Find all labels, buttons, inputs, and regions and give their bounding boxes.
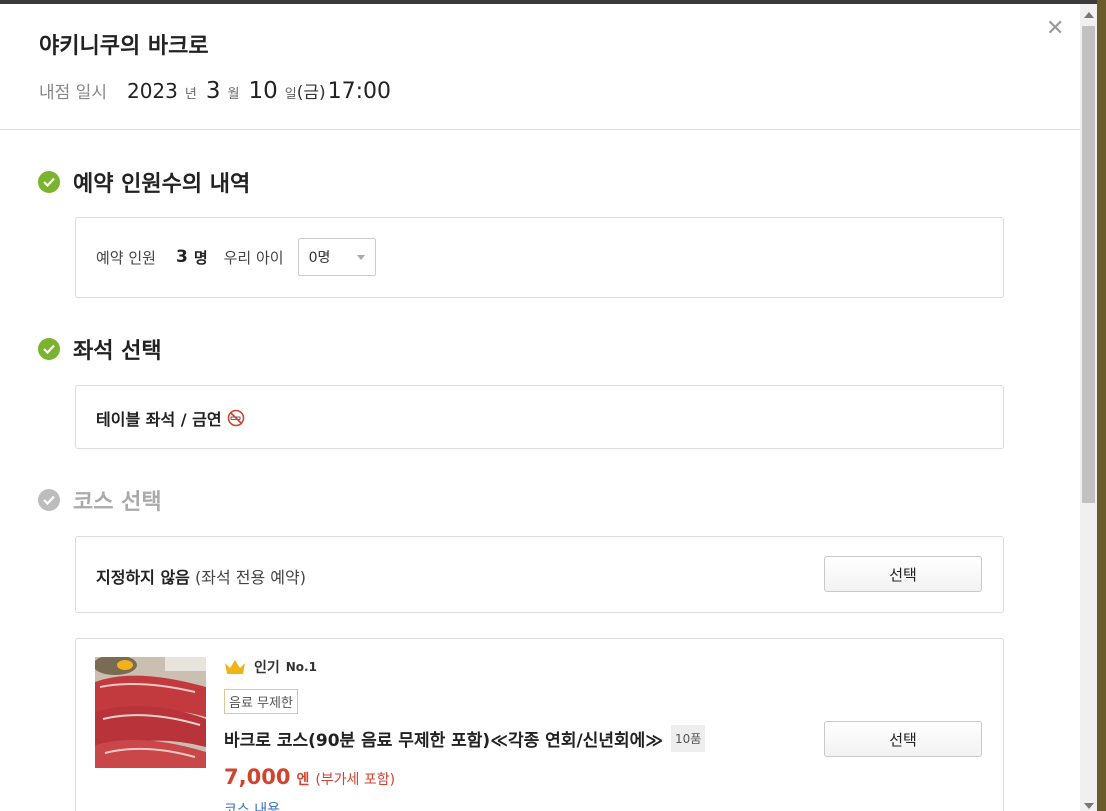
visit-day-unit: 일 — [284, 87, 297, 102]
course-detail-link[interactable]: 코스 내용 — [224, 799, 280, 811]
course-price: 7,000 엔 (부가세 포함) — [224, 765, 395, 789]
select-no-course-button[interactable]: 선택 — [824, 556, 982, 592]
page-backdrop — [1097, 0, 1106, 811]
people-section-title: 예약 인원수의 내역 — [38, 166, 250, 198]
course-title-text: 코스 선택 — [73, 490, 162, 515]
check-circle-icon — [38, 171, 60, 193]
reservation-dialog: 야키니쿠의 바크로 내점 일시 2023 년 3 월 10 일 (금) 17:0… — [0, 4, 1080, 811]
no-smoking-icon — [227, 409, 244, 427]
course-title-text: 바크로 코스(90분 음료 무제한 포함)≪각종 연회/신년회에≫ — [224, 731, 664, 751]
course-items-badge: 10품 — [671, 725, 706, 752]
select-caret-icon — [356, 254, 365, 260]
course-price-currency: 엔 — [296, 772, 310, 788]
dialog-header: 야키니쿠의 바크로 내점 일시 2023 년 3 월 10 일 (금) 17:0… — [0, 4, 1080, 130]
people-title-text: 예약 인원수의 내역 — [73, 172, 251, 197]
course-tax-note: (부가세 포함) — [315, 772, 396, 788]
check-circle-icon — [38, 338, 60, 360]
visit-year: 2023 — [126, 79, 178, 103]
visit-day: 10 — [248, 78, 278, 104]
seat-title-text: 좌석 선택 — [73, 339, 162, 364]
popular-label: 인기 — [254, 660, 280, 676]
child-label: 우리 아이 — [223, 248, 284, 267]
course-title: 바크로 코스(90분 음료 무제한 포함)≪각종 연회/신년회에≫ 10품 — [224, 725, 706, 752]
people-row: 예약 인원 3 명 우리 아이 0명 — [96, 238, 376, 276]
course-section-title: 코스 선택 — [38, 484, 162, 516]
scroll-down-icon[interactable] — [1084, 803, 1094, 809]
check-circle-icon — [38, 489, 60, 511]
visit-year-unit: 년 — [184, 87, 197, 102]
crown-icon — [225, 660, 245, 674]
seat-box: 테이블 좌석 / 금연 — [75, 385, 1004, 449]
child-count-value: 0명 — [308, 250, 331, 266]
no-course-label: 지정하지 않음 — [96, 568, 190, 587]
visit-month: 3 — [205, 78, 221, 104]
people-box: 예약 인원 3 명 우리 아이 0명 — [75, 217, 1004, 298]
popular-badge: 인기 No.1 — [224, 657, 317, 677]
seat-choice-text: 테이블 좌석 / 금연 — [96, 410, 222, 429]
popular-rank: No.1 — [285, 660, 317, 674]
scroll-up-icon[interactable] — [1084, 12, 1094, 18]
course-price-amount: 7,000 — [224, 765, 291, 789]
scrollbar[interactable] — [1080, 4, 1097, 811]
visit-weekday: (금) — [296, 83, 326, 103]
party-size-label: 예약 인원 — [96, 248, 156, 267]
course-option-card: 인기 No.1 음료 무제한 바크로 코스(90분 음료 무제한 포함)≪각종 … — [75, 638, 1004, 811]
scrollbar-thumb[interactable] — [1082, 26, 1095, 503]
visit-month-unit: 월 — [227, 87, 240, 102]
visit-label: 내점 일시 — [39, 83, 107, 103]
no-course-option: 지정하지 않음 (좌석 전용 예약) 선택 — [75, 536, 1004, 613]
shop-name: 야키니쿠의 바크로 — [39, 34, 209, 59]
seat-section-title: 좌석 선택 — [38, 333, 162, 365]
seat-choice: 테이블 좌석 / 금연 — [96, 406, 245, 430]
course-tag: 음료 무제한 — [224, 689, 298, 714]
party-size-unit: 명 — [193, 248, 208, 267]
visit-time: 17:00 — [327, 79, 392, 104]
select-course-button[interactable]: 선택 — [824, 721, 982, 757]
course-image — [95, 657, 206, 768]
no-course-text: 지정하지 않음 (좌석 전용 예약) — [96, 564, 306, 588]
close-icon[interactable]: ✕ — [1046, 18, 1064, 40]
party-size-count: 3 — [175, 247, 188, 267]
no-course-sub: (좌석 전용 예약) — [194, 568, 306, 587]
visit-datetime: 내점 일시 2023 년 3 월 10 일 (금) 17:00 — [39, 78, 391, 104]
child-count-select[interactable]: 0명 — [297, 238, 376, 276]
